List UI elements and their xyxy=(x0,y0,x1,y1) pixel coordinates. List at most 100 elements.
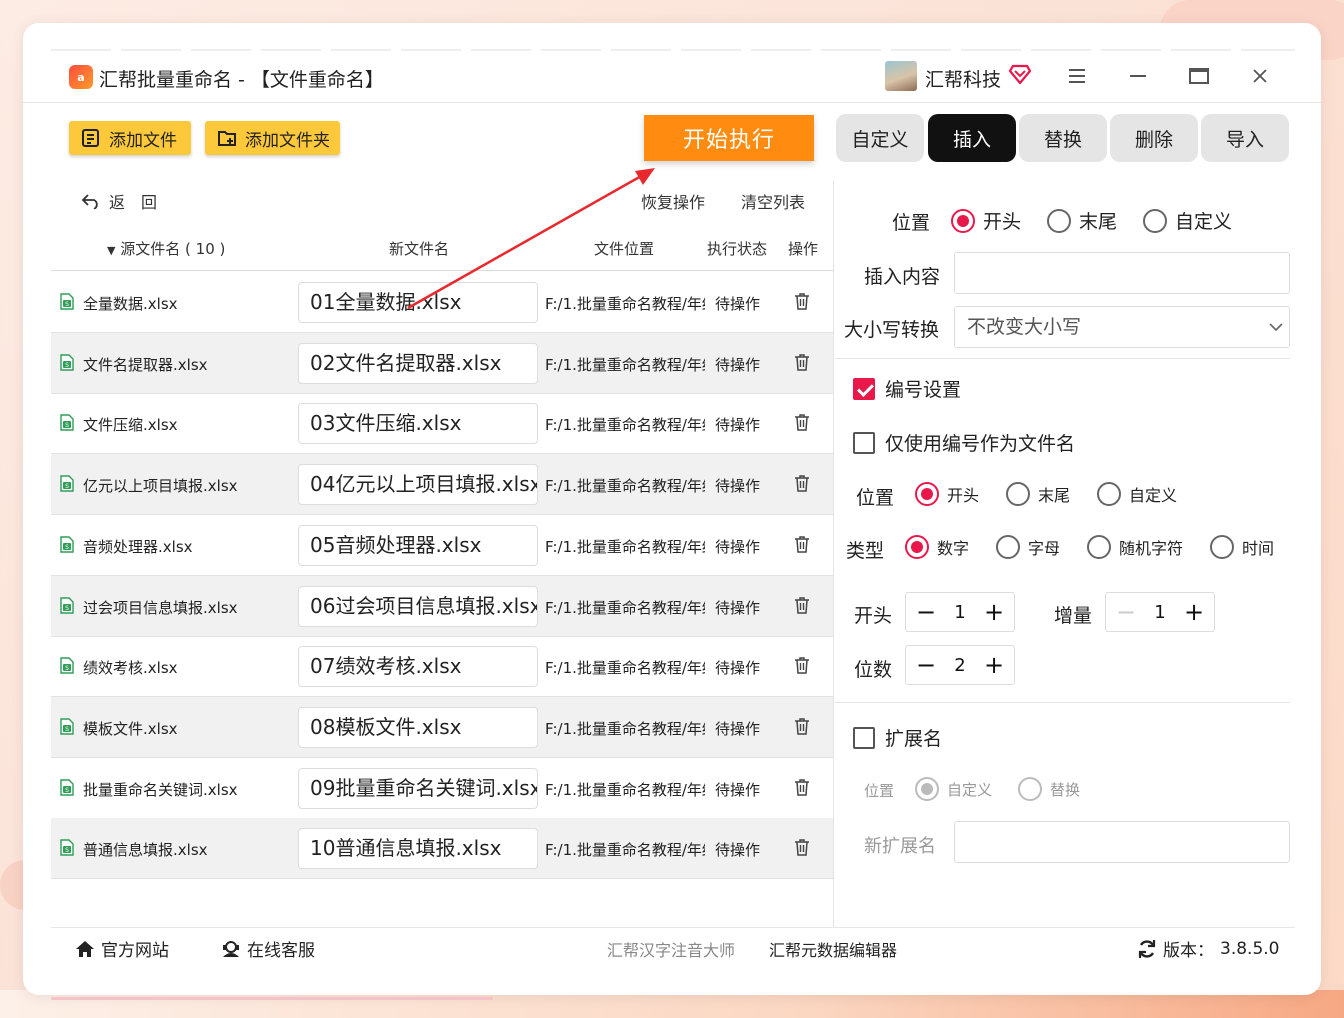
add-folder-button[interactable]: 添加文件夹 xyxy=(205,121,340,155)
version-info[interactable]: 版本： 3.8.5.0 xyxy=(1137,936,1279,961)
vip-diamond-icon[interactable] xyxy=(1009,63,1031,85)
minimize-icon[interactable] xyxy=(1125,63,1151,89)
tab-import[interactable]: 导入 xyxy=(1201,114,1289,162)
tab-replace[interactable]: 替换 xyxy=(1019,114,1107,162)
table-row[interactable]: S 音频处理器.xlsx 05音频处理器.xlsx F:/1.批量重命名教程/年终 待操… xyxy=(51,515,833,576)
new-filename-input[interactable]: 06过会项目信息填报.xlsx xyxy=(298,585,538,627)
trash-icon[interactable] xyxy=(794,838,810,857)
numbering-checkbox[interactable]: 编号设置 xyxy=(853,375,961,402)
radio-icon xyxy=(915,482,939,506)
radio-label: 开头 xyxy=(947,486,980,505)
trash-icon[interactable] xyxy=(794,535,810,554)
new-filename-input[interactable]: 09批量重命名关键词.xlsx xyxy=(298,767,538,809)
add-folder-label: 添加文件夹 xyxy=(245,130,330,151)
source-filename: 批量重命名关键词.xlsx xyxy=(83,780,238,799)
table-row[interactable]: S 普通信息填报.xlsx 10普通信息填报.xlsx F:/1.批量重命名教程/年终… xyxy=(51,818,833,880)
source-filename: 全量数据.xlsx xyxy=(83,295,178,313)
position-end-radio[interactable]: 末尾 xyxy=(1047,207,1117,234)
radio-icon xyxy=(951,208,975,233)
execution-status: 待操作 xyxy=(715,659,761,678)
case-convert-select[interactable]: 不改变大小写 xyxy=(954,306,1290,348)
table-row[interactable]: S 绩效考核.xlsx 07绩效考核.xlsx F:/1.批量重命名教程/年终 待操作 xyxy=(51,636,833,698)
svg-text:S: S xyxy=(65,847,69,854)
source-filename: 音频处理器.xlsx xyxy=(83,537,193,556)
start-button[interactable]: 开始执行 xyxy=(644,115,814,161)
user-avatar[interactable] xyxy=(885,61,917,91)
plus-icon[interactable]: + xyxy=(984,600,1004,624)
type-number-radio[interactable]: 数字 xyxy=(905,535,969,559)
menu-icon[interactable] xyxy=(1064,63,1090,89)
plus-icon[interactable]: + xyxy=(1184,600,1204,624)
app-link-pinyin[interactable]: 汇帮汉字注音大师 xyxy=(607,937,735,961)
close-icon[interactable] xyxy=(1247,63,1273,89)
new-filename-input[interactable]: 05音频处理器.xlsx xyxy=(298,524,538,566)
table-row[interactable]: S 批量重命名关键词.xlsx 09批量重命名关键词.xlsx F:/1.批量重命名教… xyxy=(51,758,833,819)
start-value[interactable]: 1 xyxy=(954,602,965,623)
extension-checkbox[interactable]: 扩展名 xyxy=(853,724,942,751)
clear-list-button[interactable]: 清空列表 xyxy=(741,189,805,213)
type-letter-radio[interactable]: 字母 xyxy=(996,535,1060,559)
tab-insert[interactable]: 插入 xyxy=(928,114,1016,162)
undo-icon xyxy=(81,194,98,209)
tab-custom[interactable]: 自定义 xyxy=(836,114,924,162)
num-position-custom-radio[interactable]: 自定义 xyxy=(1097,482,1177,506)
file-location: F:/1.批量重命名教程/年终 xyxy=(545,719,705,738)
type-time-radio[interactable]: 时间 xyxy=(1210,535,1274,559)
new-filename-input[interactable]: 10普通信息填报.xlsx xyxy=(298,828,538,870)
position-custom-radio[interactable]: 自定义 xyxy=(1143,207,1232,234)
trash-icon[interactable] xyxy=(794,656,810,675)
type-random-radio[interactable]: 随机字符 xyxy=(1087,535,1183,559)
header-source[interactable]: ▼ 源文件名 ( 10 ) xyxy=(107,238,225,259)
trash-icon[interactable] xyxy=(794,413,810,432)
online-support-link[interactable]: 在线客服 xyxy=(221,936,315,961)
digits-value[interactable]: 2 xyxy=(954,655,965,676)
num-position-start-radio[interactable]: 开头 xyxy=(915,482,979,506)
new-filename-input[interactable]: 08模板文件.xlsx xyxy=(298,706,538,748)
file-location: F:/1.批量重命名教程/年终 xyxy=(545,659,705,678)
official-website-link[interactable]: 官方网站 xyxy=(75,936,169,961)
ext-position-replace-radio[interactable]: 替换 xyxy=(1018,777,1080,801)
radio-label: 自定义 xyxy=(1129,486,1178,505)
minus-icon[interactable]: − xyxy=(1116,600,1136,624)
digits-label: 位数 xyxy=(854,659,893,681)
app-window: a 汇帮批量重命名 - 【文件重命名】 汇帮科技 添加文件 添加文件夹 开始执行… xyxy=(23,23,1321,1000)
table-row[interactable]: S 模板文件.xlsx 08模板文件.xlsx F:/1.批量重命名教程/年终 待操作 xyxy=(51,696,833,758)
header-source-count: ( 10 ) xyxy=(185,240,226,258)
radio-label: 自定义 xyxy=(1175,211,1233,233)
tab-delete[interactable]: 删除 xyxy=(1110,114,1198,162)
radio-label: 时间 xyxy=(1242,539,1275,558)
version-number: 3.8.5.0 xyxy=(1220,938,1280,959)
trash-icon[interactable] xyxy=(794,292,810,311)
new-filename-input[interactable]: 04亿元以上项目填报.xlsx xyxy=(298,464,538,506)
plus-icon[interactable]: + xyxy=(984,653,1004,677)
add-files-button[interactable]: 添加文件 xyxy=(69,121,191,155)
trash-icon[interactable] xyxy=(794,353,810,372)
undo-button[interactable]: 返 回 xyxy=(81,189,157,213)
trash-icon[interactable] xyxy=(794,778,810,797)
trash-icon[interactable] xyxy=(794,596,810,615)
minus-icon[interactable]: − xyxy=(916,600,936,624)
position-start-radio[interactable]: 开头 xyxy=(951,207,1021,234)
version-label: 版本： xyxy=(1163,941,1214,961)
new-extension-input[interactable] xyxy=(954,821,1290,863)
num-position-end-radio[interactable]: 末尾 xyxy=(1006,482,1070,506)
trash-icon[interactable] xyxy=(794,717,810,736)
trash-icon[interactable] xyxy=(794,474,810,493)
only-number-checkbox[interactable]: 仅使用编号作为文件名 xyxy=(853,429,1075,456)
table-row[interactable]: S 过会项目信息填报.xlsx 06过会项目信息填报.xlsx F:/1.批量重命名教… xyxy=(51,575,833,637)
maximize-icon[interactable] xyxy=(1186,63,1212,89)
new-filename-input[interactable]: 02文件名提取器.xlsx xyxy=(298,342,538,384)
minus-icon[interactable]: − xyxy=(916,653,936,677)
table-row[interactable]: S 文件名提取器.xlsx 02文件名提取器.xlsx F:/1.批量重命名教程/年终… xyxy=(51,332,833,394)
company-name[interactable]: 汇帮科技 xyxy=(925,65,1001,92)
ext-position-custom-radio[interactable]: 自定义 xyxy=(915,777,992,801)
table-row[interactable]: S 文件压缩.xlsx 03文件压缩.xlsx F:/1.批量重命名教程/年终 待操作 xyxy=(51,393,833,455)
insert-content-input[interactable] xyxy=(954,252,1290,294)
case-convert-label: 大小写转换 xyxy=(844,319,940,341)
app-link-metadata[interactable]: 汇帮元数据编辑器 xyxy=(769,937,897,961)
excel-file-icon: S xyxy=(60,293,74,310)
new-filename-input[interactable]: 03文件压缩.xlsx xyxy=(298,403,538,445)
increment-value[interactable]: 1 xyxy=(1154,602,1165,623)
new-filename-input[interactable]: 07绩效考核.xlsx xyxy=(298,646,538,688)
table-row[interactable]: S 亿元以上项目填报.xlsx 04亿元以上项目填报.xlsx F:/1.批量重命名教… xyxy=(51,454,833,516)
